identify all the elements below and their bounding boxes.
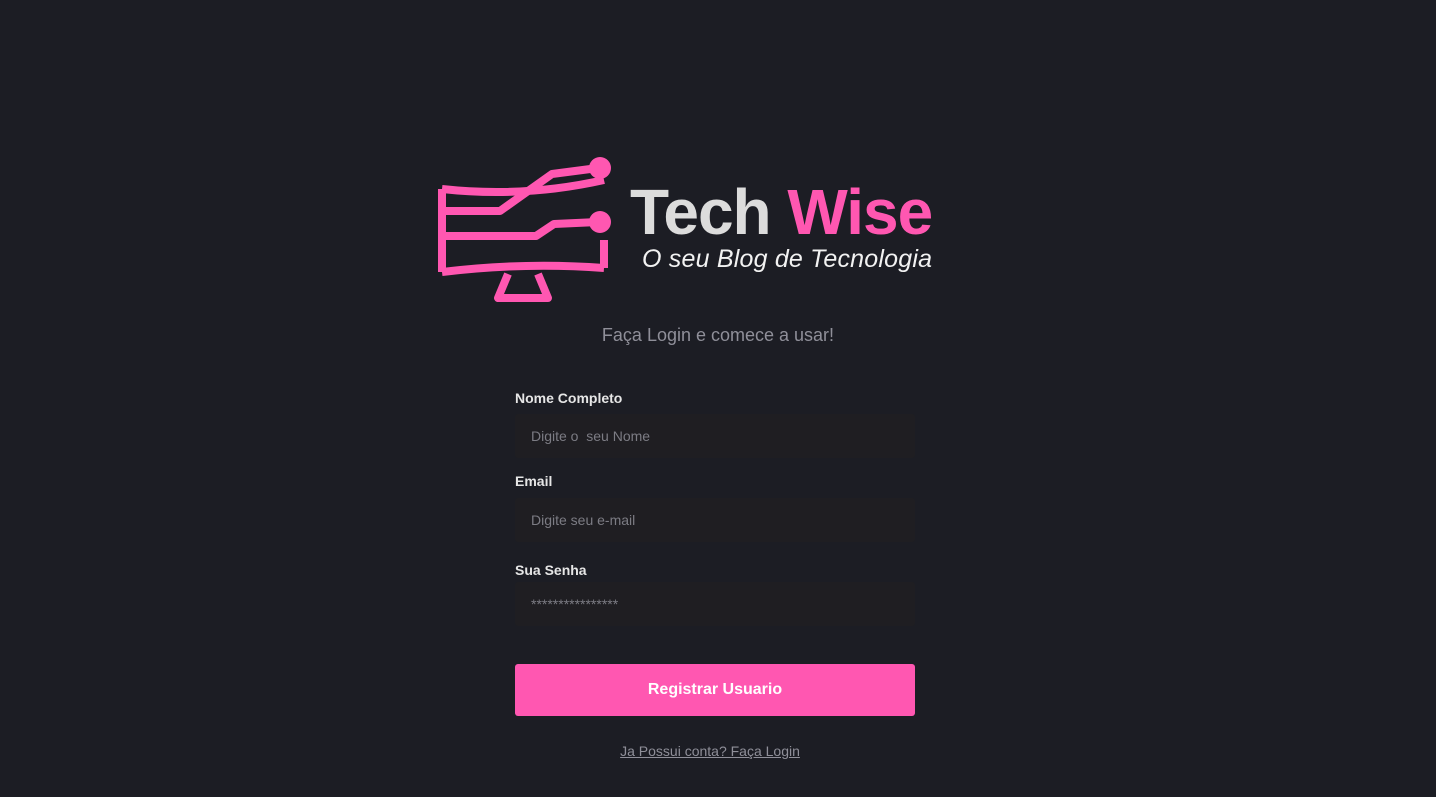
brand-title-wise: Wise (787, 176, 933, 248)
email-label: Email (515, 473, 553, 489)
page-subtitle: Faça Login e comece a usar! (601, 325, 835, 345)
password-input[interactable] (515, 582, 915, 626)
login-link[interactable]: Ja Possui conta? Faça Login (0, 743, 1420, 759)
email-input[interactable] (515, 498, 915, 542)
brand-logo: Tech Wise O seu Blog de Tecnologia (436, 156, 966, 306)
password-label: Sua Senha (515, 562, 587, 578)
name-label: Nome Completo (515, 390, 623, 406)
register-page: Tech Wise O seu Blog de Tecnologia Faça … (0, 0, 1436, 797)
brand-title: Tech Wise (630, 180, 933, 244)
brand-title-tech: Tech (630, 176, 772, 248)
monitor-circuit-icon (438, 157, 611, 302)
brand-tagline: O seu Blog de Tecnologia (642, 245, 933, 273)
register-button[interactable]: Registrar Usuario (515, 664, 915, 716)
name-input[interactable] (515, 414, 915, 458)
